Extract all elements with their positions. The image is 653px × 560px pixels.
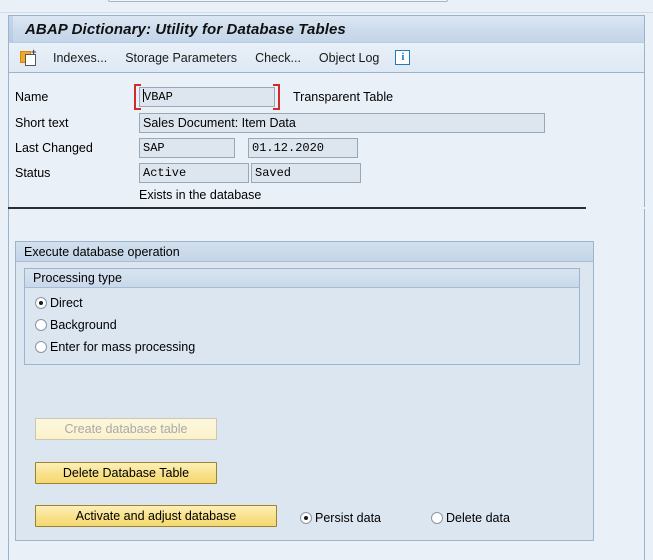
radio-background-label: Background (50, 318, 117, 332)
activate-and-adjust-database-button[interactable]: Activate and adjust database (35, 505, 277, 527)
processing-type-title: Processing type (25, 269, 579, 288)
form-row-name: Name VBAP Transparent Table (15, 84, 394, 110)
processing-type-group: Processing type Direct Background Enter … (24, 268, 580, 365)
radio-direct-label: Direct (50, 296, 83, 310)
radio-option-mass-processing[interactable]: Enter for mass processing (35, 339, 195, 355)
radio-option-direct[interactable]: Direct (35, 295, 83, 311)
execute-group-title: Execute database operation (16, 242, 593, 262)
copy-icon-plus: + (31, 47, 37, 57)
radio-background-indicator (35, 319, 47, 331)
short-text-input[interactable]: Sales Document: Item Data (139, 113, 545, 133)
lower-content-panel: Execute database operation Processing ty… (8, 209, 645, 560)
radio-option-persist-data[interactable]: Persist data (300, 510, 381, 526)
name-input-value: VBAP (144, 90, 173, 104)
toolbar-button-storage-parameters[interactable]: Storage Parameters (119, 49, 243, 67)
toolbar-button-check[interactable]: Check... (249, 49, 307, 67)
window-title-bar: ABAP Dictionary: Utility for Database Ta… (8, 15, 645, 42)
table-type-text: Transparent Table (293, 90, 394, 104)
status-save-state-field: Saved (251, 163, 361, 183)
radio-mass-processing-indicator (35, 341, 47, 353)
label-name: Name (15, 90, 49, 104)
radio-persist-data-label: Persist data (315, 511, 382, 525)
execute-database-operation-group: Execute database operation Processing ty… (15, 241, 594, 541)
last-changed-date-field[interactable]: 01.12.2020 (248, 138, 358, 158)
clipped-toolbar-stub (108, 0, 448, 2)
last-changed-user-field[interactable]: SAP (139, 138, 235, 158)
label-short-text: Short text (15, 116, 69, 130)
form-row-last-changed: Last Changed SAP 01.12.2020 (15, 138, 358, 158)
table-header-form: Name VBAP Transparent Table Short text S… (8, 73, 645, 207)
radio-delete-data-indicator (431, 512, 443, 524)
form-row-db-note: Exists in the database (15, 185, 261, 205)
radio-direct-indicator (35, 297, 47, 309)
delete-database-table-button[interactable]: Delete Database Table (35, 462, 217, 484)
label-status: Status (15, 166, 51, 180)
application-toolbar: + Indexes... Storage Parameters Check...… (8, 42, 645, 73)
toolbar-button-indexes[interactable]: Indexes... (47, 49, 113, 67)
radio-delete-data-label: Delete data (446, 511, 510, 525)
label-last-changed: Last Changed (15, 141, 93, 155)
top-divider (0, 12, 653, 13)
toolbar-button-object-log[interactable]: Object Log (313, 49, 385, 67)
form-row-status: Status Active Saved (15, 163, 361, 183)
copy-icon[interactable]: + (20, 47, 38, 66)
create-database-table-button[interactable]: Create database table (35, 418, 217, 440)
form-row-short-text: Short text Sales Document: Item Data (15, 113, 545, 133)
radio-option-delete-data[interactable]: Delete data (431, 510, 510, 526)
database-existence-note: Exists in the database (139, 188, 262, 202)
page-title: ABAP Dictionary: Utility for Database Ta… (25, 20, 346, 38)
name-field-focus-frame: VBAP (134, 84, 280, 110)
radio-mass-processing-label: Enter for mass processing (50, 340, 196, 354)
radio-persist-data-indicator (300, 512, 312, 524)
status-activation-field: Active (139, 163, 249, 183)
name-input[interactable]: VBAP (139, 87, 275, 107)
info-icon[interactable]: i (395, 50, 411, 65)
radio-option-background[interactable]: Background (35, 317, 117, 333)
